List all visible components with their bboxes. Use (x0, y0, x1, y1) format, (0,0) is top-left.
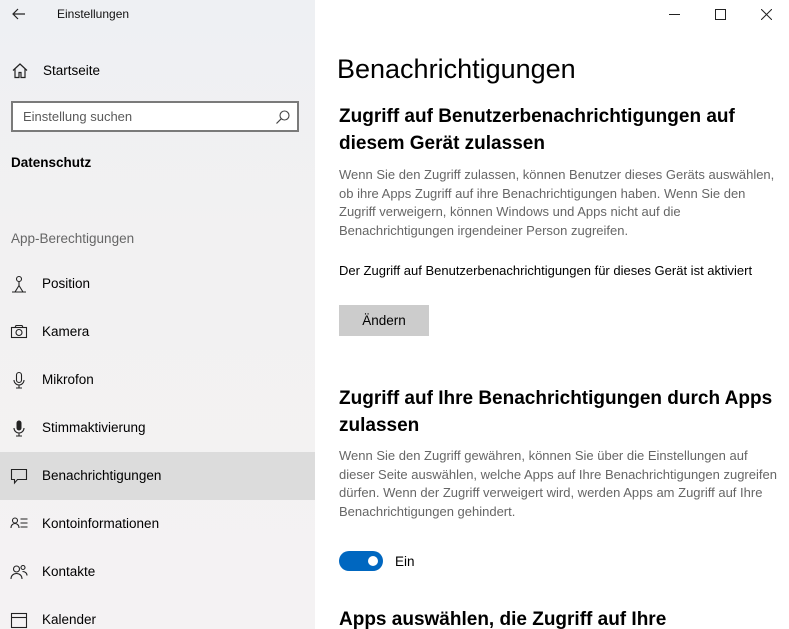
settings-window: Einstellungen Startseite Datenschutz App… (0, 0, 789, 629)
sidebar-item-voice-activation[interactable]: Stimmaktivierung (0, 404, 315, 452)
section-heading-app-notification-access: Zugriff auf Ihre Benachrichtigungen durc… (339, 388, 773, 436)
change-button[interactable]: Ändern (339, 305, 429, 336)
sidebar-item-camera[interactable]: Kamera (0, 308, 315, 356)
close-icon (760, 8, 772, 20)
window-controls (651, 0, 789, 30)
sidebar-item-label: Mikrofon (42, 372, 94, 387)
access-status-text: Der Zugriff auf Benutzerbenachrichtigung… (339, 263, 753, 278)
toggle-state-label: Ein (395, 553, 415, 569)
title-bar: Einstellungen (0, 0, 315, 30)
sidebar-item-microphone[interactable]: Mikrofon (0, 356, 315, 404)
sidebar-item-label: Kontoinformationen (42, 516, 160, 531)
sidebar-item-calendar[interactable]: Kalender (0, 596, 315, 629)
sidebar-item-notifications[interactable]: Benachrichtigungen (0, 452, 315, 500)
sidebar-item-label: Startseite (43, 63, 101, 78)
sidebar-item-label: Kamera (42, 324, 90, 339)
notification-icon (10, 468, 28, 485)
main-content: Benachrichtigungen Zugriff auf Benutzerb… (315, 0, 789, 629)
minimize-button[interactable] (651, 0, 697, 28)
sidebar-item-label: Stimmaktivierung (42, 420, 146, 435)
section-heading: Datenschutz (11, 155, 92, 170)
sidebar-item-label: Benachrichtigungen (42, 468, 162, 483)
sidebar: Einstellungen Startseite Datenschutz App… (0, 0, 315, 629)
calendar-icon (10, 612, 28, 629)
app-title: Einstellungen (57, 7, 130, 21)
home-icon (12, 63, 28, 79)
group-label: App-Berechtigungen (11, 231, 135, 246)
sidebar-item-contacts[interactable]: Kontakte (0, 548, 315, 596)
section-heading-user-notification-access: Zugriff auf Benutzerbenachrichtigungen a… (339, 106, 735, 154)
back-button[interactable] (6, 2, 32, 26)
section-description: Wenn Sie den Zugriff gewähren, können Si… (339, 448, 777, 519)
contacts-icon (10, 564, 28, 580)
sidebar-item-label: Kontakte (42, 564, 96, 579)
maximize-icon (714, 8, 726, 20)
page-title: Benachrichtigungen (337, 54, 576, 84)
sidebar-item-home[interactable]: Startseite (0, 54, 315, 88)
maximize-button[interactable] (697, 0, 743, 28)
search-input[interactable] (13, 103, 263, 130)
app-access-toggle[interactable] (339, 551, 383, 571)
close-button[interactable] (743, 0, 789, 28)
app-access-toggle-row: Ein (339, 550, 415, 572)
voice-activation-icon (13, 420, 25, 437)
microphone-icon (13, 371, 25, 389)
sidebar-item-label: Position (42, 276, 91, 291)
camera-icon (10, 324, 28, 339)
section-description: Wenn Sie den Zugriff zulassen, können Be… (339, 167, 775, 238)
minimize-icon (668, 13, 680, 15)
toggle-knob (368, 556, 378, 566)
section-heading-choose-apps: Apps auswählen, die Zugriff auf Ihre (339, 609, 667, 629)
sidebar-item-account-info[interactable]: Kontoinformationen (0, 500, 315, 548)
back-arrow-icon (12, 8, 25, 20)
person-location-icon (12, 275, 26, 293)
search-icon[interactable] (275, 109, 291, 125)
account-info-icon (10, 517, 28, 529)
search-box (11, 101, 299, 132)
sidebar-item-label: Kalender (42, 612, 97, 627)
nav-list: Position Kamera Mikrofon Stimmaktivierun… (0, 260, 315, 629)
sidebar-item-position[interactable]: Position (0, 260, 315, 308)
